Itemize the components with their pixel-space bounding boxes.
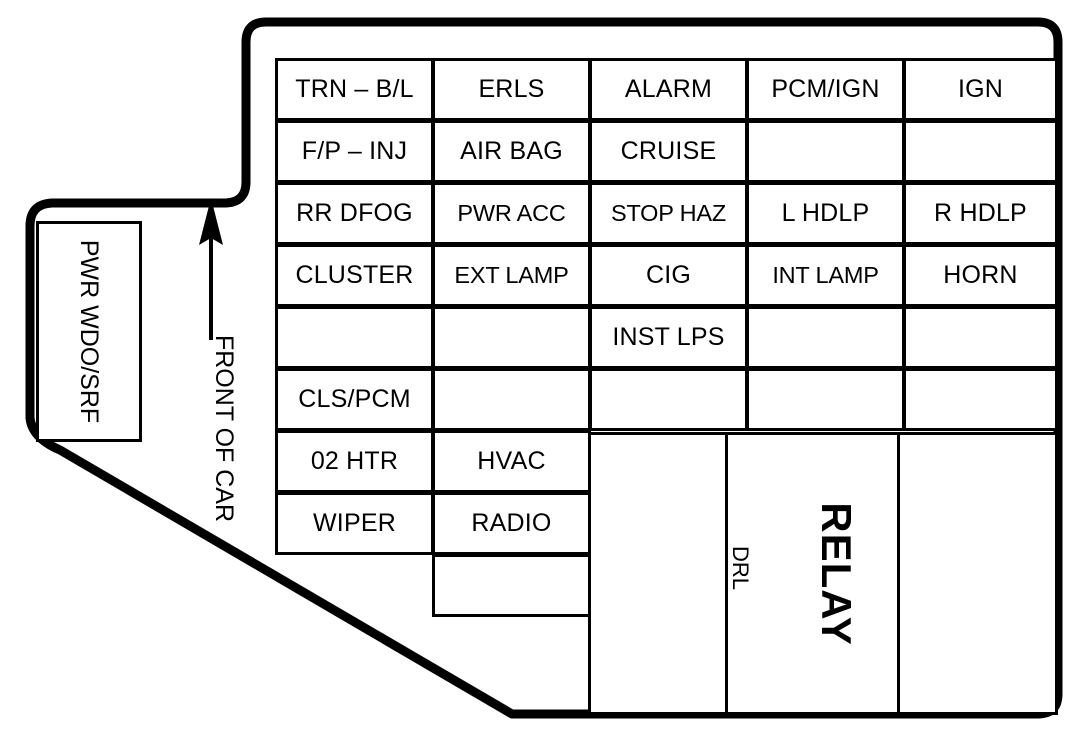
fuse-slot-empty-r5c5[interactable] <box>903 306 1058 369</box>
fuse-label: ERLS <box>478 75 545 103</box>
fuse-slot-horn[interactable]: HORN <box>903 244 1058 307</box>
fuse-slot-trn-bl[interactable]: TRN – B/L <box>275 58 434 121</box>
fuse-label: IGN <box>957 75 1004 103</box>
fuse-label: STOP HAZ <box>610 200 727 226</box>
fuse-slot-ext-lamp[interactable]: EXT LAMP <box>432 244 591 307</box>
fuse-label: HVAC <box>477 447 546 475</box>
fuse-slot-cluster[interactable]: CLUSTER <box>275 244 434 307</box>
fuse-label: ALARM <box>624 75 713 103</box>
fuse-slot-r-hdlp[interactable]: R HDLP <box>903 182 1058 245</box>
fuse-label: RR DFOG <box>296 199 413 227</box>
lower-panel-left[interactable] <box>588 432 728 715</box>
fuse-slot-cig[interactable]: CIG <box>589 244 748 307</box>
fuse-label: CIG <box>645 261 692 289</box>
fuse-label: CRUISE <box>620 137 717 165</box>
front-of-car-arrow-icon <box>199 198 223 340</box>
fuse-slot-pcm-ign[interactable]: PCM/IGN <box>746 58 905 121</box>
fuse-label: HORN <box>943 261 1018 289</box>
fuse-slot-empty-r2c4[interactable] <box>746 120 905 183</box>
fuse-slot-int-lamp[interactable]: INT LAMP <box>746 244 905 307</box>
fuse-label: R HDLP <box>934 199 1027 227</box>
fuse-label: INST LPS <box>612 323 725 351</box>
fuse-slot-hvac[interactable]: HVAC <box>432 430 591 493</box>
fuse-slot-stop-haz[interactable]: STOP HAZ <box>589 182 748 245</box>
fuse-slot-empty-r6c2[interactable] <box>432 368 591 431</box>
fuse-label: WIPER <box>313 509 396 537</box>
fuse-label: PWR ACC <box>457 200 566 226</box>
fuse-box-diagram: PWR WDO/SRF FRONT OF CAR DRL RELAY TRN –… <box>0 0 1076 741</box>
fuse-label: PCM/IGN <box>771 75 880 103</box>
fuse-slot-alarm[interactable]: ALARM <box>589 58 748 121</box>
fuse-slot-02-htr[interactable]: 02 HTR <box>275 430 434 493</box>
fuse-slot-empty-r6c4[interactable] <box>746 368 905 431</box>
fuse-slot-ign[interactable]: IGN <box>903 58 1058 121</box>
fuse-slot-empty-r6c5[interactable] <box>903 368 1058 431</box>
fuse-label: CLUSTER <box>295 261 414 289</box>
fuse-slot-empty-r5c4[interactable] <box>746 306 905 369</box>
fuse-slot-inst-lps[interactable]: INST LPS <box>589 306 748 369</box>
pwr-wdo-srf-label: PWR WDO/SRF <box>75 239 104 424</box>
fuse-slot-cls-pcm[interactable]: CLS/PCM <box>275 368 434 431</box>
fuse-slot-empty-r2c5[interactable] <box>903 120 1058 183</box>
relay-panel-drl[interactable] <box>725 432 900 715</box>
fuse-slot-empty-r6c3[interactable] <box>589 368 748 431</box>
fuse-label: L HDLP <box>781 199 870 227</box>
fuse-slot-wiper[interactable]: WIPER <box>275 492 434 555</box>
fuse-slot-pwr-acc[interactable]: PWR ACC <box>432 182 591 245</box>
fuse-label: TRN – B/L <box>295 75 414 103</box>
fuse-label: 02 HTR <box>310 447 399 475</box>
fuse-slot-radio[interactable]: RADIO <box>432 492 591 555</box>
lower-panel-right[interactable] <box>897 432 1058 715</box>
fuse-slot-erls[interactable]: ERLS <box>432 58 591 121</box>
fuse-slot-fp-inj[interactable]: F/P – INJ <box>275 120 434 183</box>
fuse-slot-cruise[interactable]: CRUISE <box>589 120 748 183</box>
fuse-slot-empty-r5c2[interactable] <box>432 306 591 369</box>
fuse-slot-empty-r5c1[interactable] <box>275 306 434 369</box>
fuse-label: AIR BAG <box>460 137 563 165</box>
pwr-wdo-srf-module[interactable]: PWR WDO/SRF <box>36 221 142 442</box>
fuse-label: F/P – INJ <box>301 137 408 165</box>
fuse-slot-rr-dfog[interactable]: RR DFOG <box>275 182 434 245</box>
fuse-label: EXT LAMP <box>454 262 569 288</box>
fuse-label: CLS/PCM <box>298 385 411 413</box>
fuse-label: RADIO <box>471 509 552 537</box>
fuse-slot-empty-r9c2[interactable] <box>432 554 591 617</box>
fuse-slot-l-hdlp[interactable]: L HDLP <box>746 182 905 245</box>
fuse-slot-air-bag[interactable]: AIR BAG <box>432 120 591 183</box>
fuse-label: INT LAMP <box>772 262 879 288</box>
